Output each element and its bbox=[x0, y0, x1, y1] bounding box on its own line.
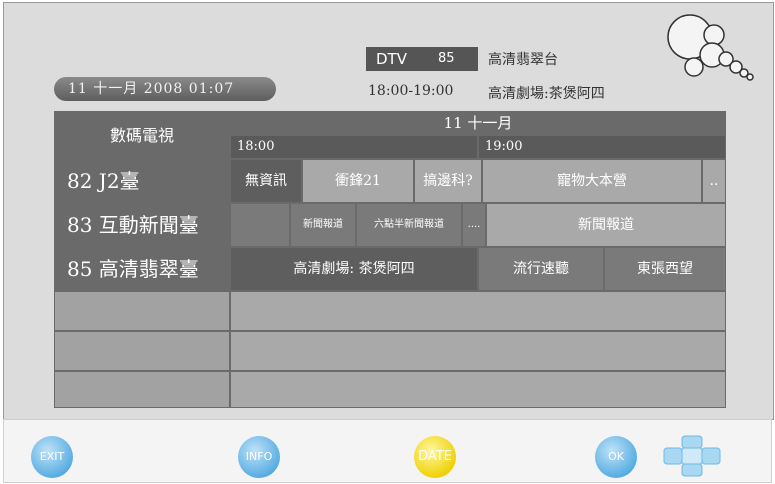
time-slot-header: 18:00 bbox=[230, 135, 478, 159]
program-cell[interactable]: 東張西望 bbox=[604, 247, 726, 291]
empty-channel-cell bbox=[54, 291, 230, 331]
grid-date-header: 11 十一月 bbox=[230, 111, 726, 135]
empty-program-cell bbox=[230, 331, 726, 371]
info-button[interactable]: INFO bbox=[238, 436, 280, 478]
channel-row-news[interactable]: 83 互動新聞臺 bbox=[54, 203, 230, 247]
program-guide-grid: 數碼電視 11 十一月 18:00 19:00 82 J2臺 無資訊 衝鋒21 … bbox=[54, 111, 726, 408]
program-cell[interactable]: .. bbox=[702, 159, 726, 203]
empty-channel-cell bbox=[54, 331, 230, 371]
program-cell[interactable]: 衝鋒21 bbox=[302, 159, 414, 203]
program-cell[interactable]: 無資訊 bbox=[230, 159, 302, 203]
program-cell[interactable]: 搞邊科? bbox=[414, 159, 482, 203]
bubbles-logo-icon bbox=[667, 14, 754, 81]
program-cell[interactable]: 新聞報道 bbox=[290, 203, 356, 247]
dtv-badge: DTV 85 bbox=[366, 47, 478, 71]
epg-screen: 11 十一月 2008 01:07 DTV 85 高清翡翠台 18:00-19:… bbox=[3, 2, 774, 420]
empty-program-cell bbox=[230, 371, 726, 408]
dpad-icon[interactable] bbox=[660, 434, 724, 478]
current-time-range: 18:00-19:00 bbox=[368, 83, 454, 99]
channel-row-jade-hd[interactable]: 85 高清翡翠臺 bbox=[54, 247, 230, 291]
current-program-title: 高清劇場:茶煲阿四 bbox=[488, 86, 605, 102]
program-cell[interactable]: 六點半新聞報道 bbox=[356, 203, 462, 247]
date-button[interactable]: DATE bbox=[414, 436, 456, 478]
exit-button[interactable]: EXIT bbox=[31, 436, 73, 478]
time-slot-header: 19:00 bbox=[478, 135, 726, 159]
program-cell[interactable]: .... bbox=[462, 203, 486, 247]
program-cell-selected[interactable]: 高清劇場: 茶煲阿四 bbox=[230, 247, 478, 291]
empty-channel-cell bbox=[54, 371, 230, 408]
program-cell[interactable]: 新聞報道 bbox=[486, 203, 726, 247]
program-cell[interactable]: 流行速聽 bbox=[478, 247, 604, 291]
grid-corner-label: 數碼電視 bbox=[54, 111, 230, 159]
dtv-label: DTV bbox=[376, 50, 407, 68]
current-datetime: 11 十一月 2008 01:07 bbox=[54, 77, 276, 101]
remote-button-bar: EXIT INFO DATE OK bbox=[3, 419, 772, 483]
empty-program-cell bbox=[230, 291, 726, 331]
ok-button[interactable]: OK bbox=[595, 436, 637, 478]
dtv-channel-number: 85 bbox=[438, 51, 455, 66]
current-channel-name: 高清翡翠台 bbox=[488, 52, 558, 68]
channel-row-j2[interactable]: 82 J2臺 bbox=[54, 159, 230, 203]
program-cell[interactable]: 寵物大本營 bbox=[482, 159, 702, 203]
program-cell[interactable] bbox=[230, 203, 290, 247]
